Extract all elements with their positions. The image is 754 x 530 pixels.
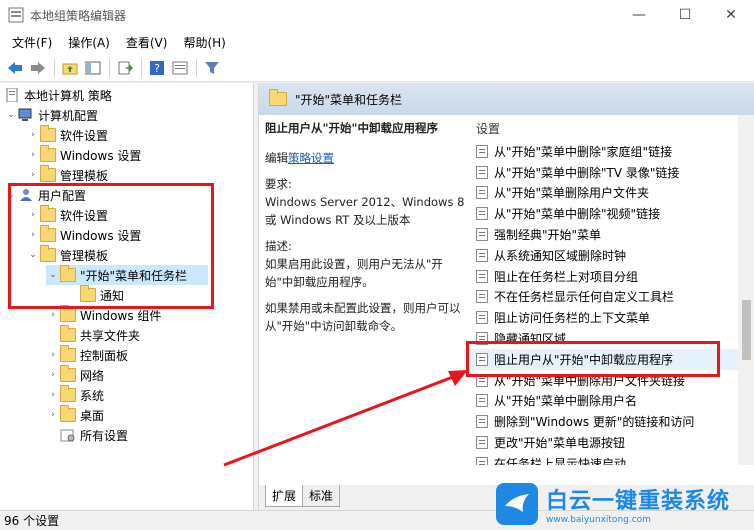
watermark-brand: 白云一键重装系统 — [546, 489, 731, 514]
watermark-url: www.baiyunxitong.com — [546, 515, 651, 525]
watermark: 白云一键重装系统 www.baiyunxitong.com — [496, 478, 754, 530]
watermark-logo — [496, 483, 538, 525]
annotation-arrow — [223, 370, 468, 467]
bird-logo-icon — [505, 494, 529, 512]
watermark-text: 白云一键重装系统 www.baiyunxitong.com — [546, 483, 730, 525]
gpedit-window: 本地组策略编辑器 — ☐ ✕ 文件(F) 操作(A) 查看(V) 帮助(H) ?… — [0, 0, 754, 530]
